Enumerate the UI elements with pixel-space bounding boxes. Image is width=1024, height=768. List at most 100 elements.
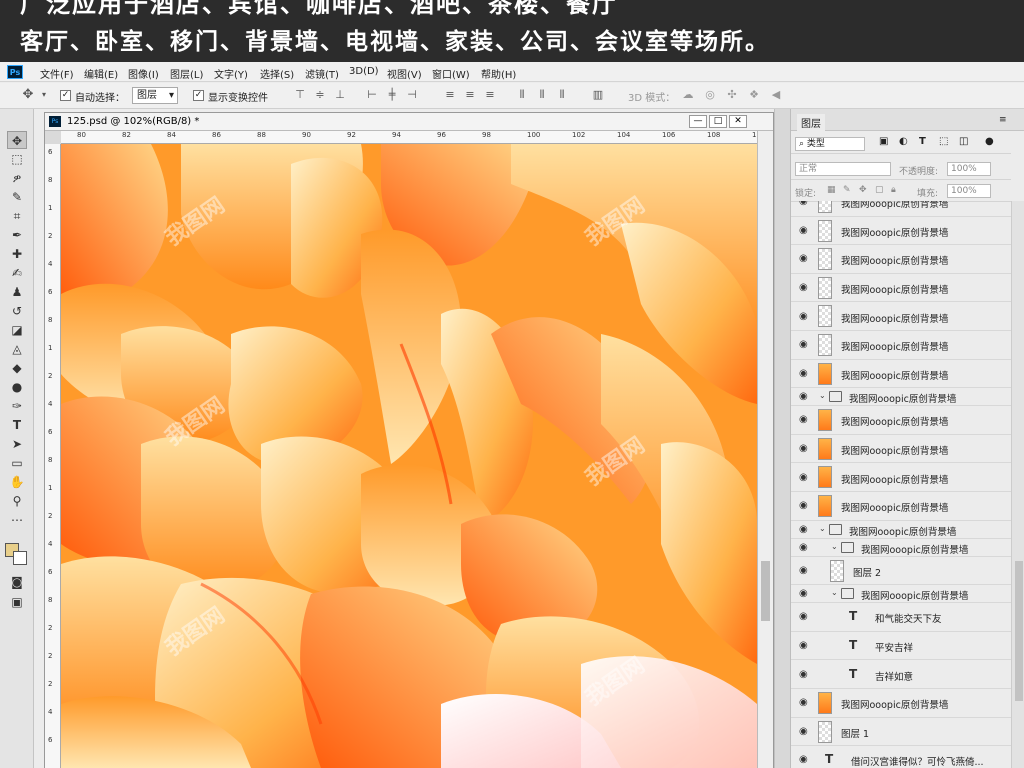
lock-artboard-icon[interactable]: ▢ — [875, 185, 884, 195]
visibility-eye-icon[interactable]: ◉ — [799, 443, 811, 455]
roll-3d-icon[interactable]: ◎ — [704, 89, 716, 101]
lock-position-icon[interactable]: ✥ — [859, 185, 867, 195]
visibility-eye-icon[interactable]: ◉ — [799, 201, 811, 208]
brush-icon[interactable]: ✍ — [7, 264, 27, 282]
visibility-eye-icon[interactable]: ◉ — [799, 282, 811, 294]
visibility-eye-icon[interactable]: ◉ — [799, 225, 811, 237]
layer-row[interactable]: ◉ 我图网ooopic原创背景墙 — [791, 435, 1011, 464]
healing-icon[interactable]: ✚ — [7, 245, 27, 263]
tab-layers[interactable]: 图层 — [797, 114, 825, 131]
minimize-button[interactable]: — — [689, 115, 707, 128]
paint-bucket-icon[interactable]: ◬ — [7, 340, 27, 358]
lock-all-icon[interactable]: 🔒︎ — [891, 185, 896, 195]
distribute-top-icon[interactable]: ≡ — [444, 89, 456, 101]
layer-row[interactable]: ◉ 我图网ooopic原创背景墙 — [791, 689, 1011, 718]
layer-filter-dropdown[interactable]: ⌕ 类型 — [795, 137, 865, 151]
blend-mode-dropdown[interactable]: 正常 — [795, 162, 891, 176]
distribute-hcenter-icon[interactable]: ⫴ — [536, 89, 548, 101]
document-tab[interactable]: Ps 125.psd @ 102%(RGB/8) * — □ ✕ — [45, 113, 773, 131]
menu-layer[interactable]: 图层(L) — [170, 66, 203, 81]
visibility-eye-icon[interactable]: ◉ — [799, 565, 811, 577]
slide-3d-icon[interactable]: ❖ — [748, 89, 760, 101]
move-tool-icon[interactable]: ✥ — [22, 88, 34, 101]
eraser-icon[interactable]: ◪ — [7, 321, 27, 339]
layer-row[interactable]: ◉ 我图网ooopic原创背景墙 — [791, 463, 1011, 492]
distribute-vcenter-icon[interactable]: ≡ — [464, 89, 476, 101]
visibility-eye-icon[interactable]: ◉ — [799, 542, 811, 554]
visibility-eye-icon[interactable]: ◉ — [799, 472, 811, 484]
visibility-eye-icon[interactable]: ◉ — [799, 697, 811, 709]
menu-edit[interactable]: 编辑(E) — [84, 66, 118, 81]
menu-3d[interactable]: 3D(D) — [349, 66, 379, 77]
layer-row[interactable]: ◉ 我图网ooopic原创背景墙 — [791, 274, 1011, 303]
scrollbar-thumb[interactable] — [1015, 561, 1023, 701]
menu-filter[interactable]: 滤镜(T) — [305, 66, 339, 81]
auto-select-dropdown[interactable]: 图层 ▾ — [132, 87, 178, 104]
visibility-eye-icon[interactable]: ◉ — [799, 754, 811, 766]
close-button[interactable]: ✕ — [729, 115, 747, 128]
show-transform-checkbox[interactable]: ✓ — [193, 90, 204, 101]
align-top-icon[interactable]: ⊤ — [294, 89, 306, 101]
maximize-button[interactable]: □ — [709, 115, 727, 128]
visibility-eye-icon[interactable]: ◉ — [799, 311, 811, 323]
visibility-eye-icon[interactable]: ◉ — [799, 253, 811, 265]
visibility-eye-icon[interactable]: ◉ — [799, 368, 811, 380]
distribute-bottom-icon[interactable]: ≡ — [484, 89, 496, 101]
pen-icon[interactable]: ✑ — [7, 397, 27, 415]
menu-help[interactable]: 帮助(H) — [481, 66, 516, 81]
marquee-icon[interactable]: ⬚ — [7, 150, 27, 168]
layer-row[interactable]: ◉ T 借问汉宫谁得似？可怜飞燕倚... — [791, 746, 1011, 768]
history-brush-icon[interactable]: ↺ — [7, 302, 27, 320]
fill-input[interactable]: 100% — [947, 184, 991, 198]
eyedropper-icon[interactable]: ✒ — [7, 226, 27, 244]
chevron-down-icon[interactable]: ⌄ — [831, 588, 838, 597]
layer-row[interactable]: ◉ 我图网ooopic原创背景墙 — [791, 201, 1011, 217]
layer-row[interactable]: ◉ 我图网ooopic原创背景墙 — [791, 217, 1011, 246]
type-icon[interactable]: T — [7, 416, 27, 434]
type-filter-icon[interactable]: T — [919, 136, 926, 147]
align-left-icon[interactable]: ⊢ — [366, 89, 378, 101]
chevron-down-icon[interactable]: ⌄ — [819, 524, 826, 533]
menu-file[interactable]: 文件(F) — [40, 66, 74, 81]
background-color-swatch[interactable] — [13, 551, 27, 565]
align-hcenter-icon[interactable]: ╪ — [386, 89, 398, 101]
dropdown-arrow-icon[interactable]: ▾ — [38, 89, 50, 101]
pan-3d-icon[interactable]: ✣ — [726, 89, 738, 101]
layer-list-scrollbar[interactable] — [1011, 201, 1024, 768]
quick-mask-icon[interactable]: ◙ — [7, 573, 27, 591]
adjustment-filter-icon[interactable]: ◐ — [899, 136, 908, 147]
chevron-down-icon[interactable]: ⌄ — [819, 391, 826, 400]
visibility-eye-icon[interactable]: ◉ — [799, 391, 811, 403]
pixel-filter-icon[interactable]: ▣ — [879, 136, 888, 147]
quick-select-icon[interactable]: ✎ — [7, 188, 27, 206]
layer-row[interactable]: ◉ ⌄ 我图网ooopic原创背景墙 — [791, 388, 1011, 407]
smart-object-filter-icon[interactable]: ◫ — [959, 136, 968, 147]
visibility-eye-icon[interactable]: ◉ — [799, 339, 811, 351]
align-bottom-icon[interactable]: ⊥ — [334, 89, 346, 101]
screen-mode-icon[interactable]: ▣ — [7, 593, 27, 611]
more-icon[interactable]: ⋯ — [7, 511, 27, 529]
zoom-icon[interactable]: ⚲ — [7, 492, 27, 510]
auto-align-icon[interactable]: ▥ — [592, 89, 604, 101]
auto-select-checkbox[interactable]: ✓ — [60, 90, 71, 101]
layer-row[interactable]: ◉ ⌄ 我图网ooopic原创背景墙 — [791, 539, 1011, 557]
stamp-icon[interactable]: ♟ — [7, 283, 27, 301]
layer-row[interactable]: ◉ ⌄ 我图网ooopic原创背景墙 — [791, 521, 1011, 539]
blur-icon[interactable]: ◆ — [7, 359, 27, 377]
layer-row[interactable]: ◉ 我图网ooopic原创背景墙 — [791, 360, 1011, 389]
layer-row[interactable]: ◉ 我图网ooopic原创背景墙 — [791, 245, 1011, 274]
menu-image[interactable]: 图像(I) — [128, 66, 159, 81]
visibility-eye-icon[interactable]: ◉ — [799, 524, 811, 536]
visibility-eye-icon[interactable]: ◉ — [799, 588, 811, 600]
dodge-icon[interactable]: ● — [7, 378, 27, 396]
hand-icon[interactable]: ✋ — [7, 473, 27, 491]
visibility-eye-icon[interactable]: ◉ — [799, 611, 811, 623]
rectangle-icon[interactable]: ▭ — [7, 454, 27, 472]
filter-toggle-icon[interactable]: ● — [985, 136, 994, 147]
crop-icon[interactable]: ⌗ — [7, 207, 27, 225]
align-vcenter-icon[interactable]: ≑ — [314, 89, 326, 101]
layer-row[interactable]: ◉ 图层 2 — [791, 557, 1011, 586]
panel-menu-icon[interactable]: ≡ — [995, 114, 1011, 126]
distribute-left-icon[interactable]: ⫴ — [516, 89, 528, 101]
layer-row[interactable]: ◉ 我图网ooopic原创背景墙 — [791, 492, 1011, 521]
